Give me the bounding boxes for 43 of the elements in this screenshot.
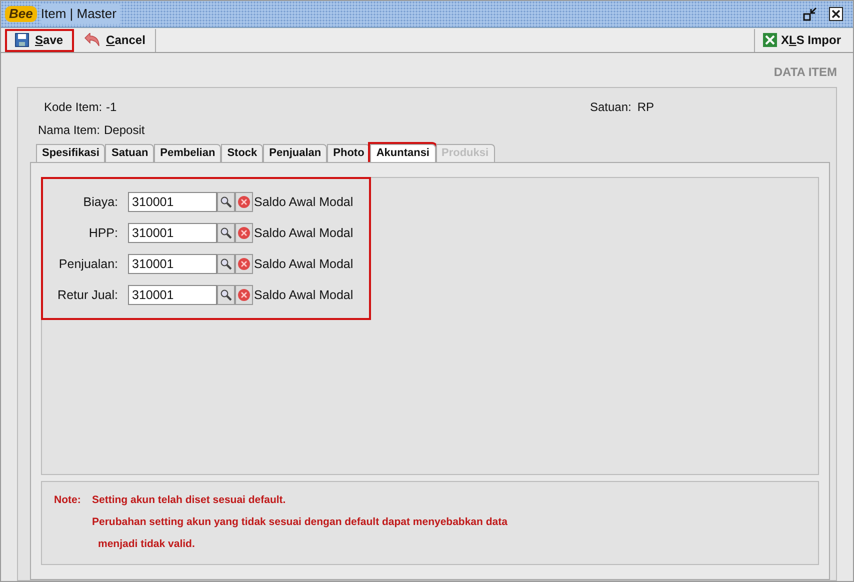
window-title: Item | Master [40, 4, 120, 24]
section-title: DATA ITEM [774, 64, 837, 81]
field-value: -1 [106, 99, 117, 116]
tab[interactable]: Pembelian [154, 144, 222, 162]
search-button[interactable] [217, 254, 235, 274]
note-text: Perubahan setting akun yang tidak sesuai dengan default dapat menyebabkan data [92, 515, 508, 530]
field-label: HPP: [88, 224, 118, 242]
search-button[interactable] [217, 192, 235, 212]
search-button[interactable] [217, 223, 235, 243]
tab[interactable]: Stock [221, 144, 264, 162]
account-code-field[interactable]: 310001 [128, 285, 217, 305]
field-label: Kode Item: [44, 99, 102, 116]
account-name: Saldo Awal Modal [254, 224, 354, 242]
account-name: Saldo Awal Modal [254, 194, 354, 211]
undo-arrow-icon [84, 33, 100, 47]
account-name: Saldo Awal Modal [254, 286, 354, 304]
field-label: Penjualan: [58, 256, 118, 273]
spreadsheet-icon [762, 33, 777, 47]
field-value: Deposit [104, 122, 145, 139]
account-code-field[interactable]: 310001 [128, 192, 217, 212]
field-label: Nama Item: [38, 122, 100, 139]
search-button[interactable] [217, 285, 235, 305]
field-label: Retur Jual: [56, 286, 118, 304]
xls-import-button[interactable]: XLS Impor [754, 28, 849, 52]
restore-icon[interactable] [803, 7, 817, 21]
tab[interactable]: Spesifikasi [36, 144, 106, 162]
account-name: Saldo Awal Modal [254, 256, 354, 273]
field-value: RP [637, 99, 654, 116]
account-code-field[interactable]: 310001 [128, 223, 217, 243]
cancel-button[interactable]: Cancel [74, 28, 156, 52]
app-logo: Bee [5, 6, 37, 22]
tab[interactable]: Penjualan [263, 144, 328, 162]
field-label: Biaya: [82, 194, 118, 211]
field-label: Satuan: [590, 99, 632, 116]
close-icon[interactable] [829, 7, 843, 21]
note-label: Note: [54, 493, 82, 508]
tab[interactable]: Satuan [105, 144, 154, 162]
tab[interactable]: Photo [327, 144, 370, 162]
save-button[interactable]: Save [5, 28, 74, 52]
tab[interactable]: Akuntansi [370, 144, 436, 162]
note-text: Setting akun telah diset sesuai default. [92, 493, 286, 508]
note-text: menjadi tidak valid. [98, 536, 195, 552]
account-code-field[interactable]: 310001 [128, 254, 217, 274]
